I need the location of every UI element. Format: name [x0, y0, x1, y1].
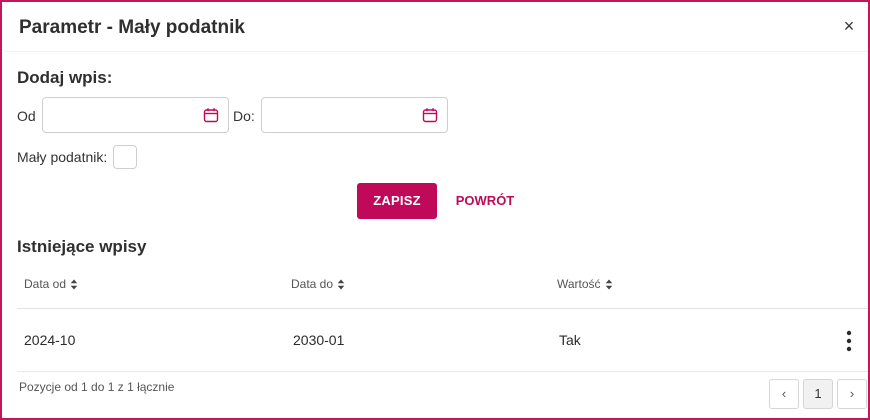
table-footer-divider [17, 371, 868, 372]
column-header-date-from[interactable]: Data od [24, 277, 78, 291]
cell-date-from: 2024-10 [24, 332, 76, 348]
column-header-label: Wartość [557, 277, 601, 291]
next-page-button[interactable]: › [837, 379, 867, 409]
sort-icon [605, 279, 612, 289]
prev-page-button[interactable]: ‹ [769, 379, 799, 409]
add-entry-heading: Dodaj wpis: [17, 68, 113, 87]
close-icon[interactable]: × [840, 17, 858, 35]
from-label: Od [17, 108, 36, 124]
page-button-current[interactable]: 1 [803, 379, 833, 409]
save-button[interactable]: ZAPISZ [357, 183, 437, 219]
cell-date-to: 2030-01 [293, 332, 345, 348]
column-header-value[interactable]: Wartość [557, 277, 613, 291]
existing-entries-heading: Istniejące wpisy [17, 237, 147, 256]
sort-icon [337, 279, 345, 289]
dialog-title: Parametr - Mały podatnik [19, 17, 245, 38]
calendar-icon[interactable] [422, 107, 438, 123]
small-taxpayer-checkbox[interactable] [113, 145, 137, 169]
more-vertical-icon[interactable] [840, 329, 858, 353]
to-date-field[interactable] [261, 97, 448, 133]
column-header-label: Data do [291, 277, 334, 291]
table-header-divider [17, 308, 868, 309]
from-date-field[interactable] [42, 97, 229, 133]
sort-icon [70, 279, 78, 289]
cell-value: Tak [559, 332, 581, 348]
back-button[interactable]: POWRÓT [449, 183, 521, 219]
column-header-label: Data od [24, 277, 67, 291]
small-taxpayer-label: Mały podatnik: [17, 149, 108, 165]
to-label: Do: [233, 108, 255, 124]
dialog-header: Parametr - Mały podatnik × [4, 4, 868, 52]
calendar-icon[interactable] [203, 107, 219, 123]
to-date-input[interactable] [262, 98, 447, 132]
dialog: Parametr - Mały podatnik × Dodaj wpis: O… [0, 0, 870, 420]
pagination-info: Pozycje od 1 do 1 z 1 łącznie [19, 380, 175, 394]
from-date-input[interactable] [43, 98, 228, 132]
column-header-date-to[interactable]: Data do [291, 277, 345, 291]
